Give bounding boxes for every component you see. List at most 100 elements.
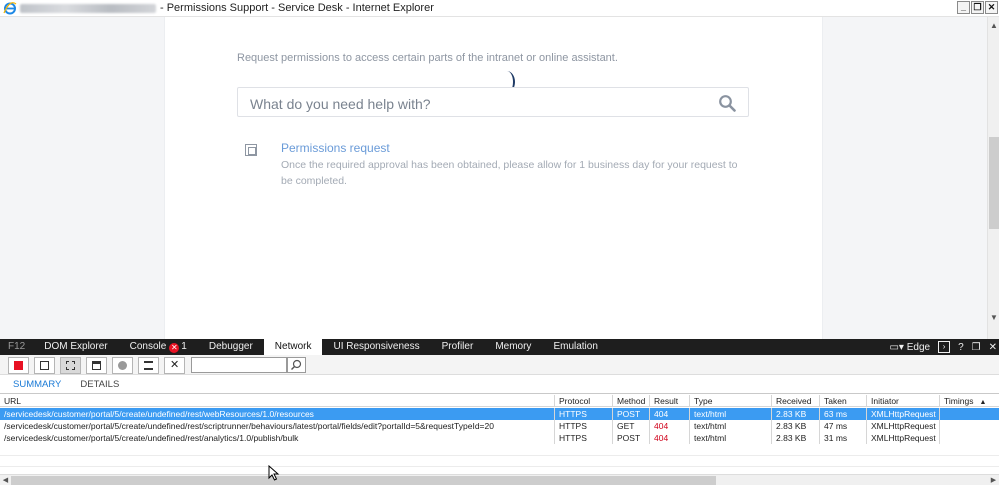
close-button[interactable]: ✕: [985, 1, 998, 14]
col-url[interactable]: URL: [0, 395, 555, 407]
row-taken: 31 ms: [820, 432, 867, 444]
col-method[interactable]: Method: [613, 395, 650, 407]
row-timings: [940, 408, 999, 420]
row-result: 404: [650, 420, 690, 432]
window-title: - Permissions Support - Service Desk - I…: [160, 2, 434, 14]
tab-console-label: Console: [129, 341, 167, 352]
content-panel: Request permissions to access certain pa…: [164, 17, 823, 339]
minimize-button[interactable]: _: [957, 1, 970, 14]
list-icon: [144, 361, 153, 370]
tab-ui-responsiveness[interactable]: UI Responsiveness: [322, 339, 430, 355]
always-refresh-button[interactable]: [60, 357, 81, 374]
developer-tools: F12 DOM Explorer Console ✕ 1 Debugger Netw…: [0, 339, 999, 489]
scroll-right-arrow-icon[interactable]: ▶: [988, 475, 999, 486]
row-initiator: XMLHttpRequest: [867, 432, 940, 444]
row-method: POST: [613, 408, 650, 420]
console-toggle-icon[interactable]: ›: [938, 341, 951, 353]
filter-input[interactable]: [191, 357, 287, 373]
undock-icon[interactable]: ❐: [972, 342, 981, 353]
window-controls: _ ❐ ✕: [957, 1, 998, 14]
col-timings[interactable]: Timings ▲: [940, 395, 999, 407]
row-protocol: HTTPS: [555, 420, 613, 432]
clear-cookies-button[interactable]: [112, 357, 133, 374]
intro-text: Request permissions to access certain pa…: [237, 52, 618, 64]
network-toolbar: ✕: [0, 355, 999, 375]
stop-profiling-button[interactable]: [8, 357, 29, 374]
tab-network[interactable]: Network: [263, 339, 323, 355]
grid-header: URL Protocol Method Result Type Received…: [0, 395, 999, 407]
console-error-count: 1: [181, 341, 187, 352]
tab-dom-explorer[interactable]: DOM Explorer: [33, 339, 118, 355]
scroll-left-arrow-icon[interactable]: ◀: [0, 475, 11, 486]
row-initiator: XMLHttpRequest: [867, 420, 940, 432]
table-row[interactable]: /servicedesk/customer/portal/5/create/un…: [0, 420, 999, 432]
document-mode-dropdown[interactable]: ▭▾ Edge: [889, 342, 930, 353]
scrollbar-thumb[interactable]: [11, 476, 716, 485]
row-taken: 63 ms: [820, 408, 867, 420]
row-timings: [940, 432, 999, 444]
page-vertical-scrollbar[interactable]: ▲ ▼: [987, 17, 999, 339]
search-icon[interactable]: [718, 94, 736, 112]
row-protocol: HTTPS: [555, 432, 613, 444]
window-titlebar: - Permissions Support - Service Desk - I…: [0, 0, 999, 17]
network-request-grid: URL Protocol Method Result Type Received…: [0, 393, 999, 478]
empty-row: [0, 456, 999, 467]
document-mode-label: Edge: [906, 341, 931, 353]
mouse-cursor-icon: [268, 465, 280, 481]
tab-f12: F12: [8, 341, 26, 352]
row-url: /servicedesk/customer/portal/5/create/un…: [0, 432, 555, 444]
restore-button[interactable]: ❐: [971, 1, 984, 14]
tab-console[interactable]: Console ✕ 1: [119, 339, 198, 355]
row-method: GET: [613, 420, 650, 432]
scroll-up-arrow-icon[interactable]: ▲: [988, 21, 999, 35]
filter-list-button[interactable]: [138, 357, 159, 374]
subtab-details[interactable]: DETAILS: [74, 379, 125, 390]
col-initiator[interactable]: Initiator: [867, 395, 940, 407]
internet-explorer-icon: [3, 2, 17, 15]
error-icon: ✕: [169, 343, 180, 353]
row-result: 404: [650, 432, 690, 444]
row-method: POST: [613, 432, 650, 444]
monitor-icon: ▭▾: [889, 341, 907, 353]
save-icon: [40, 361, 49, 370]
grid-horizontal-scrollbar[interactable]: ◀ ▶: [0, 474, 999, 485]
tab-emulation[interactable]: Emulation: [542, 339, 608, 355]
table-row[interactable]: /servicedesk/customer/portal/5/create/un…: [0, 432, 999, 444]
tab-memory[interactable]: Memory: [484, 339, 542, 355]
tab-profiler[interactable]: Profiler: [431, 339, 485, 355]
devtools-close-icon[interactable]: ✕: [989, 342, 997, 353]
subtab-summary[interactable]: SUMMARY: [7, 379, 67, 390]
row-received: 2.83 KB: [772, 420, 820, 432]
col-received[interactable]: Received: [772, 395, 820, 407]
col-type[interactable]: Type: [690, 395, 772, 407]
row-received: 2.83 KB: [772, 432, 820, 444]
table-row[interactable]: /servicedesk/customer/portal/5/create/un…: [0, 408, 999, 420]
export-har-button[interactable]: [34, 357, 55, 374]
help-search-input[interactable]: What do you need help with?: [237, 87, 749, 117]
scrollbar-thumb[interactable]: [989, 137, 999, 229]
row-initiator: XMLHttpRequest: [867, 408, 940, 420]
scroll-down-arrow-icon[interactable]: ▼: [988, 313, 999, 327]
filter-search-icon[interactable]: [287, 357, 306, 373]
row-type: text/html: [690, 432, 772, 444]
network-subtabs: SUMMARY DETAILS: [0, 376, 999, 393]
col-taken[interactable]: Taken: [820, 395, 867, 407]
col-result[interactable]: Result: [650, 395, 690, 407]
col-timings-label: Timings: [944, 396, 974, 406]
sort-ascending-icon: ▲: [979, 399, 987, 406]
empty-row: [0, 445, 999, 456]
col-protocol[interactable]: Protocol: [555, 395, 613, 407]
tab-debugger[interactable]: Debugger: [198, 339, 264, 355]
clear-cache-button[interactable]: [86, 357, 107, 374]
row-url: /servicedesk/customer/portal/5/create/un…: [0, 420, 555, 432]
row-type: text/html: [690, 420, 772, 432]
row-timings: [940, 420, 999, 432]
clear-entries-button[interactable]: ✕: [164, 357, 185, 374]
devtools-right-controls: ▭▾ Edge › ? ❐ ✕: [889, 339, 997, 355]
help-icon[interactable]: ?: [958, 342, 964, 353]
row-received: 2.83 KB: [772, 408, 820, 420]
row-url: /servicedesk/customer/portal/5/create/un…: [0, 408, 555, 420]
row-type: text/html: [690, 408, 772, 420]
request-type-title[interactable]: Permissions request: [281, 141, 390, 155]
request-type-description: Once the required approval has been obta…: [281, 159, 738, 187]
